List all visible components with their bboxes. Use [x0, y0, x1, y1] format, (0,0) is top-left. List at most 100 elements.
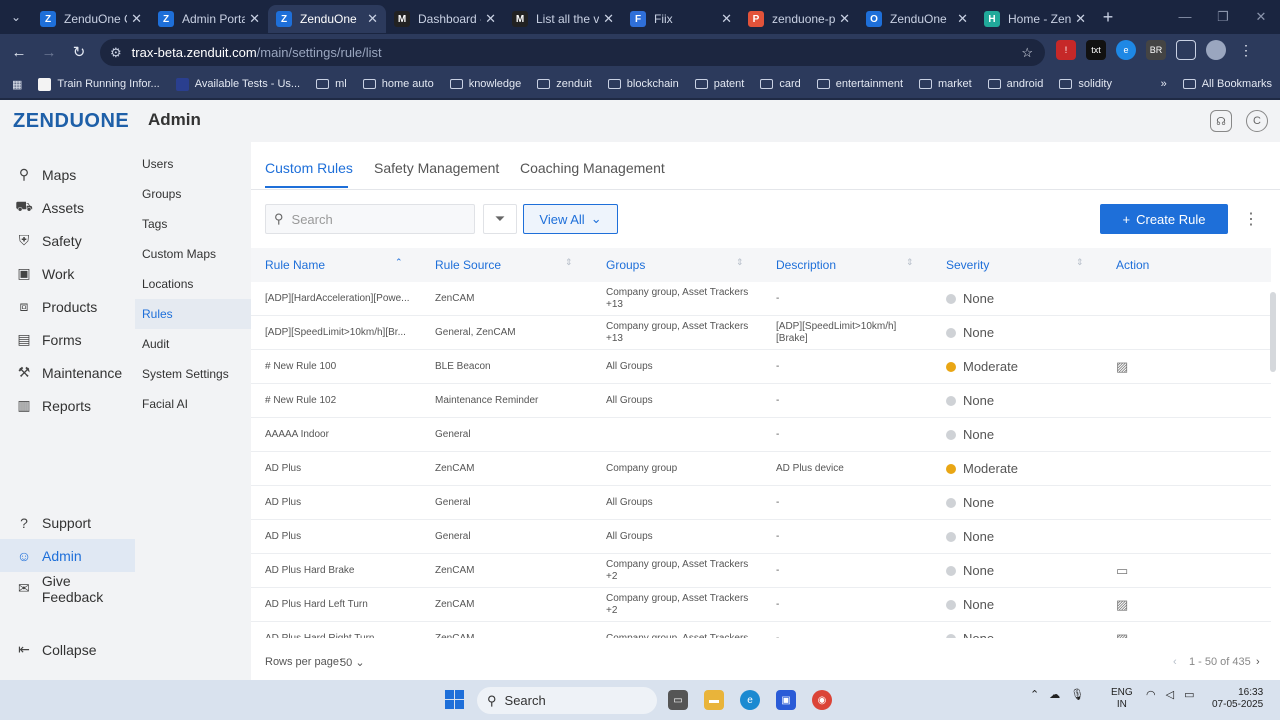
bookmark-item[interactable]: patent: [687, 78, 753, 91]
table-row[interactable]: # New Rule 100 BLE Beacon All Groups - Moder…: [251, 350, 1271, 384]
bookmark-star-icon[interactable]: ☆: [1021, 45, 1033, 61]
bookmark-item[interactable]: ml: [308, 78, 355, 91]
subnav-item-users[interactable]: Users: [135, 149, 251, 179]
table-row[interactable]: AD Plus ZenCAM Company group AD Plus device…: [251, 452, 1271, 486]
all-bookmarks-button[interactable]: All Bookmarks: [1175, 78, 1280, 90]
new-tab-button[interactable]: +: [1094, 7, 1122, 28]
bookmark-item[interactable]: home auto: [355, 78, 442, 91]
extension-edge-icon[interactable]: e: [1116, 40, 1136, 60]
edge-icon[interactable]: e: [740, 690, 760, 710]
bookmark-item[interactable]: solidity: [1051, 78, 1120, 91]
wifi-icon[interactable]: ◠: [1146, 688, 1156, 701]
bookmark-item[interactable]: Train Running Infor...: [30, 77, 167, 91]
language-indicator[interactable]: ENG IN: [1111, 687, 1133, 711]
table-row[interactable]: [ADP][HardAcceleration][Powe... ZenCAM Com…: [251, 282, 1271, 316]
subnav-item-locations[interactable]: Locations: [135, 269, 251, 299]
extensions-puzzle-icon[interactable]: [1176, 40, 1196, 60]
image-icon[interactable]: ▨: [1116, 588, 1128, 622]
volume-icon[interactable]: ◁: [1166, 688, 1174, 701]
more-options-icon[interactable]: ⋮: [1241, 204, 1261, 234]
sort-icon[interactable]: ⇕: [1076, 257, 1084, 268]
subnav-item-rules[interactable]: Rules: [135, 299, 251, 329]
col-rule-source[interactable]: Rule Source: [435, 258, 501, 272]
user-avatar[interactable]: C: [1246, 110, 1268, 132]
sort-icon[interactable]: ⇕: [906, 257, 914, 268]
address-bar[interactable]: ⚙ trax-beta.zenduit.com/main/settings/ru…: [100, 39, 1045, 66]
remote-desktop-icon[interactable]: ▣: [776, 690, 796, 710]
tab-close-icon[interactable]: ✕: [603, 11, 614, 27]
rows-per-page-select[interactable]: 50 ⌄: [340, 656, 365, 669]
tab-close-icon[interactable]: ✕: [957, 11, 968, 27]
apps-grid-icon[interactable]: ▦: [0, 78, 30, 91]
onedrive-icon[interactable]: ☁: [1049, 688, 1060, 701]
browser-tab[interactable]: M List all the v ✕: [504, 5, 622, 33]
browser-tab[interactable]: F Fiix ✕: [622, 5, 740, 33]
col-description[interactable]: Description: [776, 258, 836, 272]
microphone-icon[interactable]: 🎙: [1070, 688, 1084, 701]
col-groups[interactable]: Groups: [606, 258, 645, 272]
browser-tab[interactable]: Z ZenduOne ✕: [268, 5, 386, 33]
table-row[interactable]: [ADP][SpeedLimit>10km/h][Br... General, Z…: [251, 316, 1271, 350]
subnav-item-audit[interactable]: Audit: [135, 329, 251, 359]
extension-br-icon[interactable]: BR: [1146, 40, 1166, 60]
sidebar-item-reports[interactable]: ▥ Reports: [0, 389, 135, 422]
bookmark-item[interactable]: Available Tests - Us...: [168, 77, 308, 91]
table-row[interactable]: # New Rule 102 Maintenance Reminder All Gr…: [251, 384, 1271, 418]
reload-icon[interactable]: ↻: [64, 43, 94, 61]
tab-close-icon[interactable]: ✕: [839, 11, 850, 27]
sidebar-item-forms[interactable]: ▤ Forms: [0, 323, 135, 356]
minimize-button[interactable]: —: [1166, 0, 1204, 34]
col-rule-name[interactable]: Rule Name: [265, 258, 325, 272]
taskbar-search[interactable]: ⚲ Search: [477, 687, 657, 714]
chrome-icon[interactable]: ◉: [812, 690, 832, 710]
sidebar-item-work[interactable]: ▣ Work: [0, 257, 135, 290]
browser-tab[interactable]: M Dashboard - ✕: [386, 5, 504, 33]
maximize-button[interactable]: ❐: [1204, 0, 1242, 34]
battery-icon[interactable]: ▭: [1184, 688, 1194, 701]
more-bookmarks-button[interactable]: »: [1153, 78, 1175, 90]
table-row[interactable]: AD Plus Hard Left Turn ZenCAM Company grou…: [251, 588, 1271, 622]
back-icon[interactable]: ←: [4, 44, 34, 61]
image-icon[interactable]: ▨: [1116, 350, 1128, 384]
extension-alert-icon[interactable]: !: [1056, 40, 1076, 60]
site-info-icon[interactable]: ⚙: [110, 45, 122, 61]
tab-close-icon[interactable]: ✕: [249, 11, 260, 27]
search-input[interactable]: ⚲ Search: [265, 204, 475, 234]
zenduone-logo[interactable]: ZENDUONE: [13, 110, 129, 133]
tab-close-icon[interactable]: ✕: [1075, 11, 1086, 27]
headset-support-icon[interactable]: ☊: [1210, 110, 1232, 132]
close-window-button[interactable]: ✕: [1242, 0, 1280, 34]
sort-asc-icon[interactable]: ⌃: [395, 257, 403, 268]
table-row[interactable]: AD Plus General All Groups - None: [251, 486, 1271, 520]
bookmark-item[interactable]: card: [752, 78, 808, 91]
extension-txt-icon[interactable]: txt: [1086, 40, 1106, 60]
browser-tab[interactable]: Z ZenduOne C ✕: [32, 5, 150, 33]
tab-close-icon[interactable]: ✕: [131, 11, 142, 27]
file-explorer-icon[interactable]: ▬: [704, 690, 724, 710]
view-all-dropdown[interactable]: View All ⌄: [523, 204, 618, 234]
next-page-icon[interactable]: ›: [1256, 656, 1260, 668]
sort-icon[interactable]: ⇕: [565, 257, 573, 268]
bookmark-item[interactable]: android: [980, 78, 1052, 91]
sidebar-item-admin[interactable]: ☺ Admin: [0, 539, 135, 572]
tray-chevron-icon[interactable]: ⌃: [1030, 688, 1039, 701]
subnav-item-tags[interactable]: Tags: [135, 209, 251, 239]
filter-button[interactable]: ⏷: [483, 204, 517, 234]
bookmark-item[interactable]: zenduit: [529, 78, 599, 91]
sidebar-item-safety[interactable]: ⛨ Safety: [0, 224, 135, 257]
tab-search-icon[interactable]: ⌄: [0, 0, 32, 34]
forward-icon[interactable]: →: [34, 44, 64, 61]
tab-safety-management[interactable]: Safety Management: [374, 160, 499, 176]
tab-coaching-management[interactable]: Coaching Management: [520, 160, 665, 176]
tab-close-icon[interactable]: ✕: [485, 11, 496, 27]
table-row[interactable]: AD Plus Hard Right Turn ZenCAM Company gro…: [251, 622, 1271, 638]
subnav-item-facial-ai[interactable]: Facial AI: [135, 389, 251, 419]
sidebar-item-give-feedback[interactable]: ✉ Give Feedback: [0, 572, 135, 605]
prev-page-icon[interactable]: ‹: [1173, 656, 1177, 668]
task-view-icon[interactable]: ▭: [668, 690, 688, 710]
col-severity[interactable]: Severity: [946, 258, 989, 272]
image-icon[interactable]: ▨: [1116, 622, 1128, 638]
windows-start-icon[interactable]: [445, 690, 464, 709]
tab-close-icon[interactable]: ✕: [367, 11, 378, 27]
table-row[interactable]: AAAAA Indoor General - None: [251, 418, 1271, 452]
